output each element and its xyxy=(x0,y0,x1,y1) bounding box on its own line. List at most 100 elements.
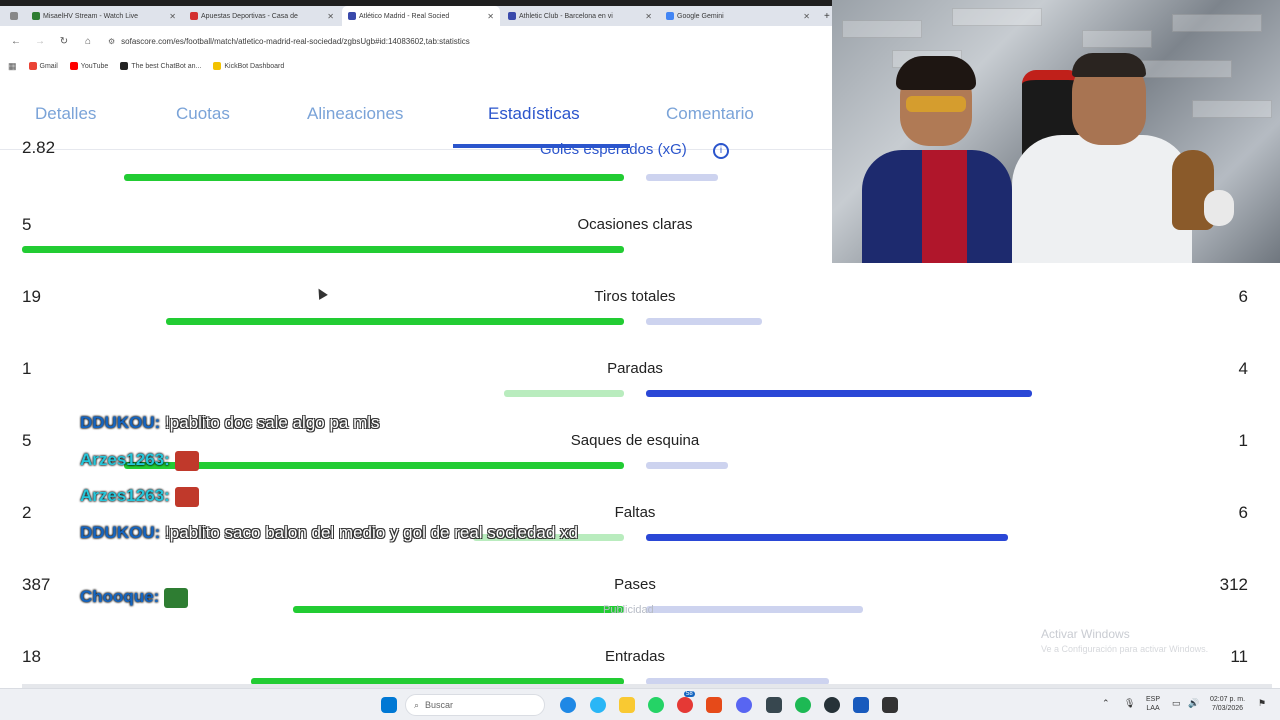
home-value: 19 xyxy=(22,287,41,306)
chat-message: DDUKOU: !pablito doc sale algo pa mls xyxy=(80,409,380,436)
network-icon[interactable]: ▭ xyxy=(1172,699,1181,708)
advert-label: Publicidad xyxy=(603,604,654,616)
stat-label: Paradas xyxy=(607,360,663,377)
tray-chevron-icon[interactable]: ⌃ xyxy=(1102,699,1110,708)
tab-estadisticas[interactable]: Estadísticas xyxy=(488,104,580,124)
start-button-icon[interactable] xyxy=(381,697,397,713)
new-tab-icon[interactable]: + xyxy=(818,6,832,26)
language-indicator[interactable]: ESP LAA xyxy=(1146,695,1160,713)
obs-icon[interactable] xyxy=(824,697,840,713)
tab-overflow-icon[interactable] xyxy=(4,6,24,26)
browser-tab-athletic[interactable]: Athletic Club - Barcelona en vi ✕ xyxy=(502,6,658,26)
away-value: 4 xyxy=(1238,359,1248,378)
browser-tab-atletico[interactable]: Atlético Madrid - Real Socied ✕ xyxy=(342,6,500,26)
taskbar-search[interactable]: ⌕ Buscar xyxy=(405,694,545,716)
tab-label: MisaelHV Stream - Watch Live xyxy=(43,12,139,20)
whatsapp-icon[interactable] xyxy=(648,697,664,713)
bookmark-label: The best ChatBot an... xyxy=(131,62,202,70)
close-tab-icon[interactable]: ✕ xyxy=(165,12,176,21)
bookmark-label: Gmail xyxy=(39,62,58,70)
app-m-icon[interactable] xyxy=(882,697,898,713)
tab-comentario[interactable]: Comentario xyxy=(666,104,754,124)
browser-tab-gemini[interactable]: Google Gemini ✕ xyxy=(660,6,816,26)
word-icon[interactable] xyxy=(853,697,869,713)
gemini-favicon-icon xyxy=(666,12,674,20)
bookmark-gmail[interactable]: Gmail xyxy=(28,62,58,70)
microphone-icon[interactable]: 🎙 xyxy=(1124,699,1135,708)
spotify-icon[interactable] xyxy=(795,697,811,713)
text-app-icon[interactable] xyxy=(706,697,722,713)
chat-emote-icon xyxy=(174,486,199,507)
betting-favicon-icon xyxy=(190,12,198,20)
home-value: 387 xyxy=(22,575,51,594)
bookmark-youtube[interactable]: YouTube xyxy=(69,62,109,70)
back-arrow-icon[interactable]: ← xyxy=(4,36,28,47)
home-icon[interactable]: ⌂ xyxy=(76,36,100,47)
forward-arrow-icon[interactable]: → xyxy=(28,36,52,47)
away-bar xyxy=(646,534,1008,541)
tab-label: Athletic Club - Barcelona en vi xyxy=(519,12,613,20)
gmail-icon xyxy=(28,62,37,70)
telegram-icon[interactable] xyxy=(590,697,606,713)
reload-icon[interactable]: ↻ xyxy=(52,36,76,47)
webcam-overlay xyxy=(832,0,1280,263)
away-bar xyxy=(646,318,762,325)
stat-label: Saques de esquina xyxy=(570,432,700,449)
browser-tab-strip: MisaelHV Stream - Watch Live ✕ Apuestas … xyxy=(0,6,832,26)
home-bar xyxy=(504,390,624,397)
bookmark-kickbot[interactable]: KickBot Dashboard xyxy=(213,62,284,70)
tab-detalles[interactable]: Detalles xyxy=(35,104,96,124)
home-value: 1 xyxy=(22,359,32,378)
clock-date: 7/03/2026 xyxy=(1211,705,1244,712)
notifications-icon[interactable]: ⚑ xyxy=(1258,699,1266,708)
browser-tab-apuestas[interactable]: Apuestas Deportivas - Casa de ✕ xyxy=(184,6,340,26)
chrome-icon[interactable] xyxy=(677,697,693,713)
chat-message: Chooque: xyxy=(80,583,189,610)
volume-icon[interactable]: 🔊 xyxy=(1188,699,1199,708)
home-bar xyxy=(124,462,624,469)
chat-username: Chooque: xyxy=(80,587,160,606)
sofascore-favicon-icon xyxy=(348,12,356,20)
site-info-icon[interactable]: ⚙ xyxy=(108,37,115,46)
close-tab-icon[interactable]: ✕ xyxy=(483,12,494,21)
home-bar xyxy=(293,606,624,613)
chat-username: DDUKOU: xyxy=(80,413,161,432)
sofascore-favicon-icon xyxy=(508,12,516,20)
away-bar xyxy=(646,174,718,181)
home-value: 5 xyxy=(22,431,32,450)
chatbot-icon xyxy=(120,62,129,70)
chat-text: !pablito saco balon del medio y gol de r… xyxy=(165,523,579,542)
windows-taskbar: ⌕ Buscar 58 ⌃ 🎙 ESP LAA ▭ 🔊 02:07 p. m. … xyxy=(0,688,1280,720)
clock[interactable]: 02:07 p. m. 7/03/2026 xyxy=(1210,695,1245,713)
bookmark-label: KickBot Dashboard xyxy=(224,62,285,70)
url-field[interactable]: ⚙ sofascore.com/es/football/match/atleti… xyxy=(108,37,470,46)
bookmark-label: YouTube xyxy=(80,62,109,70)
away-value: 1 xyxy=(1238,431,1248,450)
home-value: 5 xyxy=(22,215,32,234)
tab-cuotas[interactable]: Cuotas xyxy=(176,104,230,124)
match-tabs: Detalles Cuotas Alineaciones Estadística… xyxy=(0,86,832,150)
kick-favicon-icon xyxy=(32,12,40,20)
notification-badge: 58 xyxy=(684,691,695,697)
calculator-icon[interactable] xyxy=(766,697,782,713)
chat-username: Arzes1263: xyxy=(80,450,170,469)
chat-username: Arzes1263: xyxy=(80,486,170,505)
close-tab-icon[interactable]: ✕ xyxy=(799,12,810,21)
youtube-icon xyxy=(69,62,78,70)
bookmark-chatbot[interactable]: The best ChatBot an... xyxy=(120,62,201,70)
tab-alineaciones[interactable]: Alineaciones xyxy=(307,104,403,124)
file-explorer-icon[interactable] xyxy=(619,697,635,713)
info-icon[interactable]: i xyxy=(713,143,729,159)
away-bar xyxy=(646,606,863,613)
discord-icon[interactable] xyxy=(736,697,752,713)
edge-icon[interactable] xyxy=(560,697,576,713)
browser-tab-stream[interactable]: MisaelHV Stream - Watch Live ✕ xyxy=(26,6,182,26)
lang-top: ESP xyxy=(1146,696,1161,703)
apps-grid-icon[interactable]: ▦ xyxy=(8,61,17,72)
bookmarks-bar: ▦ Gmail YouTube The best ChatBot an... K… xyxy=(0,56,832,76)
search-placeholder: Buscar xyxy=(425,700,454,710)
home-value: 18 xyxy=(22,647,41,666)
streamer-person xyxy=(862,56,1012,263)
close-tab-icon[interactable]: ✕ xyxy=(323,12,334,21)
close-tab-icon[interactable]: ✕ xyxy=(641,12,652,21)
